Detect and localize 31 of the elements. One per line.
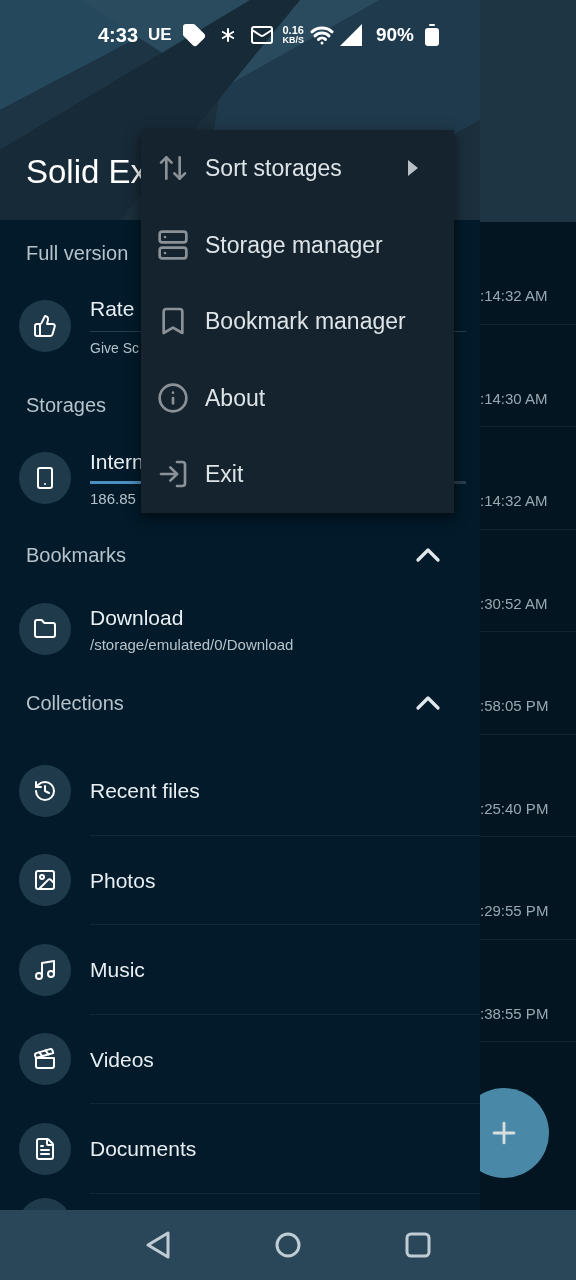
item-time: :38:55 PM	[480, 1004, 549, 1022]
section-header: Collections	[26, 691, 124, 716]
item-time: :58:05 PM	[480, 697, 549, 714]
bookmark-name[interactable]: Download	[90, 602, 294, 634]
item-time: :29:55 PM	[480, 902, 549, 919]
section-header: Storages	[26, 393, 107, 418]
section-header: Bookmarks	[26, 543, 127, 568]
collection-item[interactable]: Videos	[90, 1043, 154, 1075]
menu-item[interactable]: Storage manager	[141, 206, 454, 283]
collection-item[interactable]: Recent files	[90, 775, 200, 807]
menu-item[interactable]: Bookmark manager	[141, 283, 454, 360]
item-subtitle: Give Sc	[90, 338, 140, 358]
net-unit: KB/S	[282, 36, 304, 45]
collection-item[interactable]: Photos	[90, 864, 156, 896]
menu-item[interactable]: About	[141, 359, 454, 436]
net-speed: 0.16	[282, 25, 304, 36]
menu-item[interactable]: Exit	[141, 436, 454, 513]
bookmark-path: /storage/emulated/0/Download	[90, 634, 294, 655]
battery-percent: 90%	[375, 22, 414, 47]
carrier-label: UE	[148, 24, 172, 47]
item-time: :14:30 AM	[480, 389, 548, 407]
collection-item[interactable]: Music	[90, 954, 145, 986]
collection-item[interactable]: Documents	[90, 1133, 197, 1165]
item-time: :14:32 AM	[480, 287, 548, 304]
status-time: 4:33	[98, 23, 139, 48]
section-header: Full version	[26, 241, 129, 266]
item-time: :25:40 PM	[480, 799, 549, 817]
menu-item[interactable]: Sort storages	[141, 130, 454, 207]
storage-info: 186.85	[90, 489, 137, 509]
item-time: :14:32 AM	[480, 492, 548, 509]
item-time: :30:52 AM	[480, 594, 548, 612]
